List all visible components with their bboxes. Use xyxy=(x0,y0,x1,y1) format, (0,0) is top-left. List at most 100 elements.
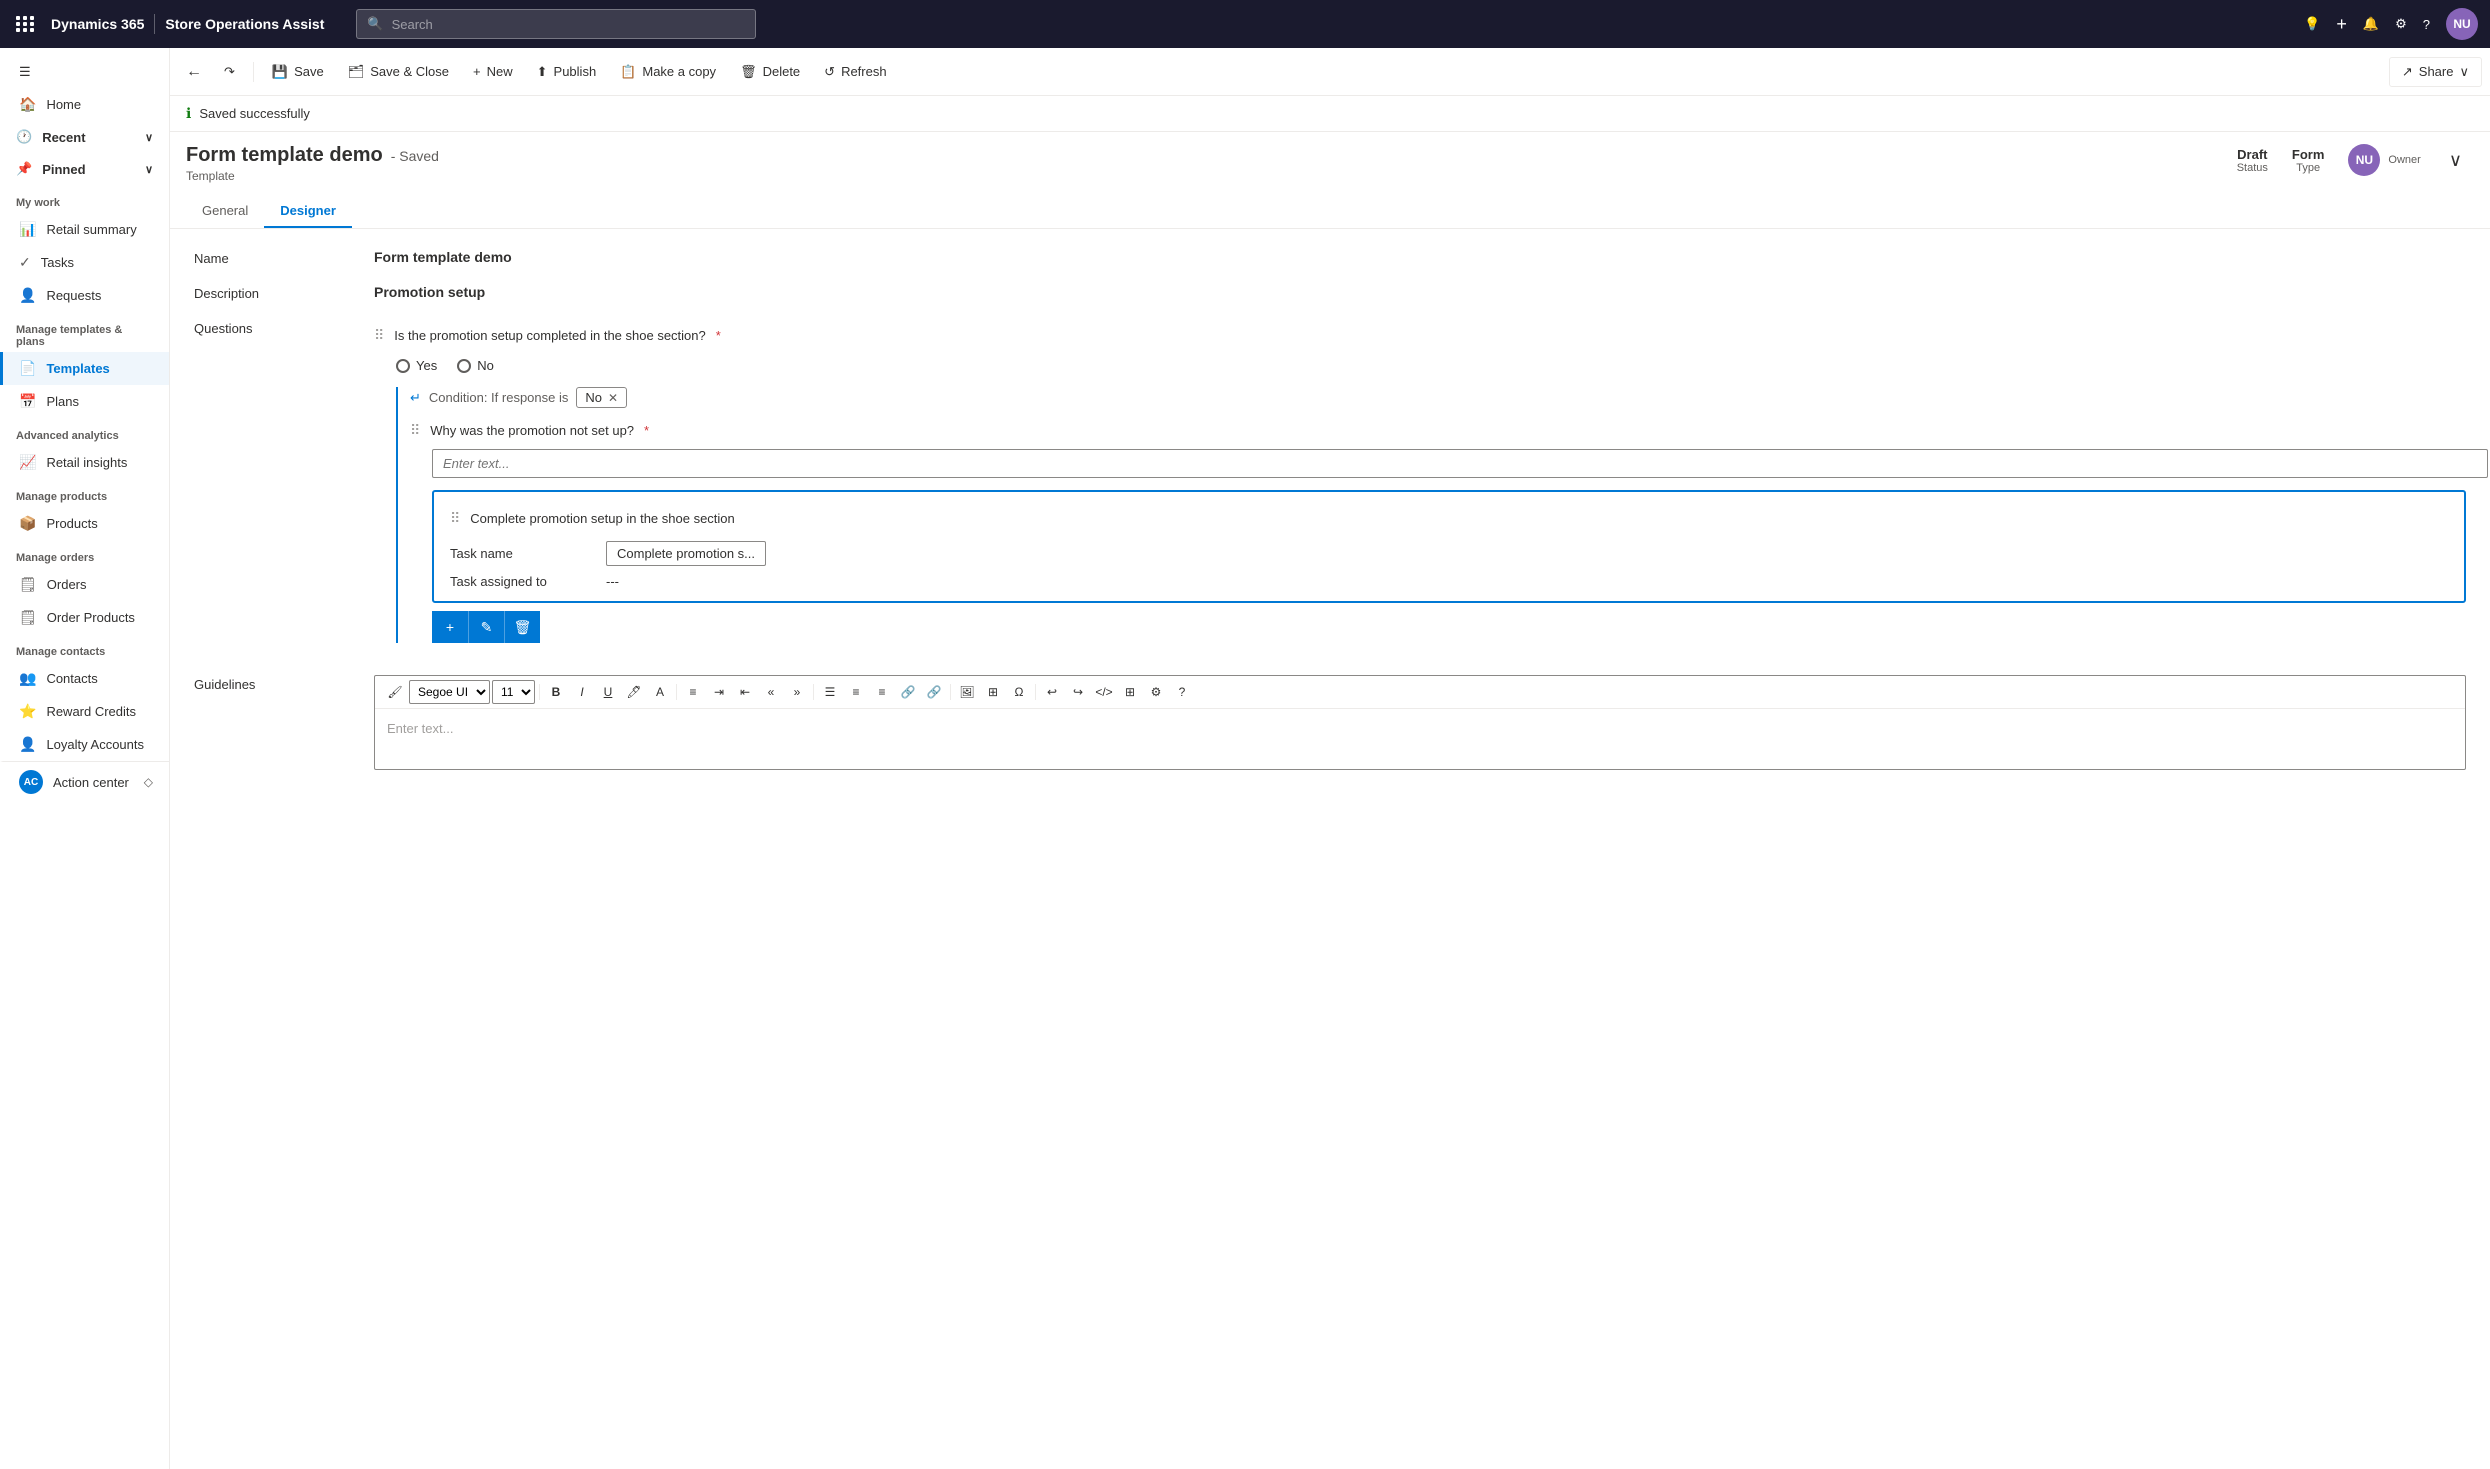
rte-special-char-button[interactable]: Ω xyxy=(1007,680,1031,704)
drag-handle-1[interactable]: ⠿ xyxy=(374,327,384,344)
rte-outdent-button[interactable]: ⇤ xyxy=(733,680,757,704)
rte-italic-button[interactable]: I xyxy=(570,680,594,704)
rte-font-family-select[interactable]: Segoe UI xyxy=(409,680,490,704)
sidebar-contacts-label: Contacts xyxy=(46,671,97,686)
sub-drag-handle-1[interactable]: ⠿ xyxy=(410,422,420,439)
form-header-expand-button[interactable]: ∨ xyxy=(2445,146,2466,175)
requests-icon: 👤 xyxy=(19,287,36,304)
rte-align-left-button[interactable]: ≡ xyxy=(681,680,705,704)
rte-font-color-button[interactable]: A xyxy=(648,680,672,704)
sidebar-templates-label: Templates xyxy=(46,361,109,376)
new-icon: + xyxy=(473,64,481,79)
rte-decrease-indent-button[interactable]: « xyxy=(759,680,783,704)
hamburger-icon: ☰ xyxy=(19,64,31,80)
sidebar-item-tasks[interactable]: ✓ Tasks xyxy=(0,246,169,279)
sidebar-item-retail-summary[interactable]: 📊 Retail summary xyxy=(0,213,169,246)
templates-icon: 📄 xyxy=(19,360,36,377)
tab-general[interactable]: General xyxy=(186,195,264,228)
sidebar-item-retail-insights[interactable]: 📈 Retail insights xyxy=(0,446,169,479)
rte-paint-icon[interactable]: 🖌 xyxy=(383,680,407,704)
publish-label: Publish xyxy=(554,64,597,79)
rte-font-size-select[interactable]: 11 xyxy=(492,680,535,704)
sidebar-item-order-products[interactable]: 🗒 Order Products xyxy=(0,601,169,634)
rte-indent-button[interactable]: ⇥ xyxy=(707,680,731,704)
sidebar-item-products[interactable]: 📦 Products xyxy=(0,507,169,540)
sidebar-item-requests[interactable]: 👤 Requests xyxy=(0,279,169,312)
form-owner-label: Owner xyxy=(2388,154,2420,166)
loyalty-accounts-icon: 👤 xyxy=(19,736,36,753)
publish-button[interactable]: ⬆ Publish xyxy=(527,58,607,86)
rte-unlink-button[interactable]: 🔗 xyxy=(922,680,946,704)
rte-highlight-button[interactable]: 🖊 xyxy=(622,680,646,704)
user-avatar[interactable]: NU xyxy=(2446,8,2478,40)
bulb-icon[interactable]: 💡 xyxy=(2304,16,2320,32)
share-chevron-icon: ∨ xyxy=(2459,64,2469,80)
add-action-button[interactable]: + xyxy=(432,611,468,643)
radio-no[interactable]: No xyxy=(457,358,494,373)
rte-underline-button[interactable]: U xyxy=(596,680,620,704)
rte-source-button[interactable]: </> xyxy=(1092,680,1116,704)
sidebar: ☰ 🏠 Home 🕐 Recent ∨ 📌 Pinned ∨ My work 📊… xyxy=(0,48,170,1469)
share-button[interactable]: ↗ Share ∨ xyxy=(2389,57,2482,87)
rte-table-button[interactable]: ⊞ xyxy=(981,680,1005,704)
rte-help-button[interactable]: ? xyxy=(1170,680,1194,704)
delete-action-button[interactable]: 🗑 xyxy=(504,611,540,643)
delete-button[interactable]: 🗑 Delete xyxy=(730,58,810,86)
apps-icon[interactable] xyxy=(12,12,39,36)
redo-button[interactable]: ↷ xyxy=(214,58,245,86)
form-type: Form Type xyxy=(2292,147,2325,174)
condition-close-button[interactable]: ✕ xyxy=(608,391,618,405)
rte-redo-btn[interactable]: ↪ xyxy=(1066,680,1090,704)
rte-increase-indent-button[interactable]: » xyxy=(785,680,809,704)
rte-image-button[interactable]: 🖼 xyxy=(955,680,979,704)
save-button[interactable]: 💾 Save xyxy=(262,58,334,86)
rte-settings-button[interactable]: ⚙ xyxy=(1144,680,1168,704)
rte-bold-button[interactable]: B xyxy=(544,680,568,704)
rte-undo-button[interactable]: ↩ xyxy=(1040,680,1064,704)
form-status-value: Draft xyxy=(2237,147,2267,162)
rte-center-button[interactable]: ≡ xyxy=(844,680,868,704)
gear-icon[interactable]: ⚙ xyxy=(2395,16,2407,32)
sidebar-item-contacts[interactable]: 👥 Contacts xyxy=(0,662,169,695)
sidebar-item-loyalty-accounts[interactable]: 👤 Loyalty Accounts xyxy=(0,728,169,761)
task-title: Complete promotion setup in the shoe sec… xyxy=(470,511,735,526)
save-icon: 💾 xyxy=(272,64,288,80)
sidebar-pinned-label: Pinned xyxy=(42,162,85,177)
save-close-button[interactable]: 🗂 Save & Close xyxy=(338,58,459,86)
edit-action-button[interactable]: ✎ xyxy=(468,611,504,643)
brand-name: Dynamics 365 xyxy=(51,16,144,32)
search-bar[interactable]: 🔍 Search xyxy=(356,9,756,39)
rich-text-body[interactable]: Enter text... xyxy=(375,709,2465,769)
radio-yes[interactable]: Yes xyxy=(396,358,437,373)
rte-link-button[interactable]: 🔗 xyxy=(896,680,920,704)
sidebar-item-home[interactable]: 🏠 Home xyxy=(0,88,169,121)
recent-icon: 🕐 xyxy=(16,129,32,145)
task-name-button[interactable]: Complete promotion s... xyxy=(606,541,766,566)
bell-icon[interactable]: 🔔 xyxy=(2363,16,2379,32)
separator-1 xyxy=(253,62,254,82)
copy-button[interactable]: 📋 Make a copy xyxy=(610,58,726,86)
task-drag-handle[interactable]: ⠿ xyxy=(450,510,460,527)
new-button[interactable]: + New xyxy=(463,58,523,85)
sidebar-toggle[interactable]: ☰ xyxy=(0,56,169,88)
refresh-button[interactable]: ↺ Refresh xyxy=(814,58,896,86)
sidebar-item-pinned[interactable]: 📌 Pinned ∨ xyxy=(0,153,169,185)
help-icon[interactable]: ? xyxy=(2423,17,2430,32)
main-layout: ☰ 🏠 Home 🕐 Recent ∨ 📌 Pinned ∨ My work 📊… xyxy=(0,48,2490,1469)
rte-grid-button[interactable]: ⊞ xyxy=(1118,680,1142,704)
sidebar-item-plans[interactable]: 📅 Plans xyxy=(0,385,169,418)
sidebar-item-action-center[interactable]: AC Action center ◇ xyxy=(0,761,169,802)
plus-icon[interactable]: + xyxy=(2336,14,2347,35)
form-type-label: Type xyxy=(2296,162,2320,174)
sidebar-item-reward-credits[interactable]: ⭐ Reward Credits xyxy=(0,695,169,728)
questions-content: ⠿ Is the promotion setup completed in th… xyxy=(374,319,2466,655)
helper-text-input[interactable] xyxy=(432,449,2488,478)
sidebar-item-orders[interactable]: 🗒 Orders xyxy=(0,568,169,601)
back-button[interactable]: ← xyxy=(178,57,210,87)
sidebar-item-templates[interactable]: 📄 Templates xyxy=(0,352,169,385)
rte-list-button[interactable]: ☰ xyxy=(818,680,842,704)
sidebar-item-recent[interactable]: 🕐 Recent ∨ xyxy=(0,121,169,153)
rte-justify-button[interactable]: ≡ xyxy=(870,680,894,704)
questions-section: Questions ⠿ Is the promotion setup compl… xyxy=(194,319,2466,655)
tab-designer[interactable]: Designer xyxy=(264,195,352,228)
